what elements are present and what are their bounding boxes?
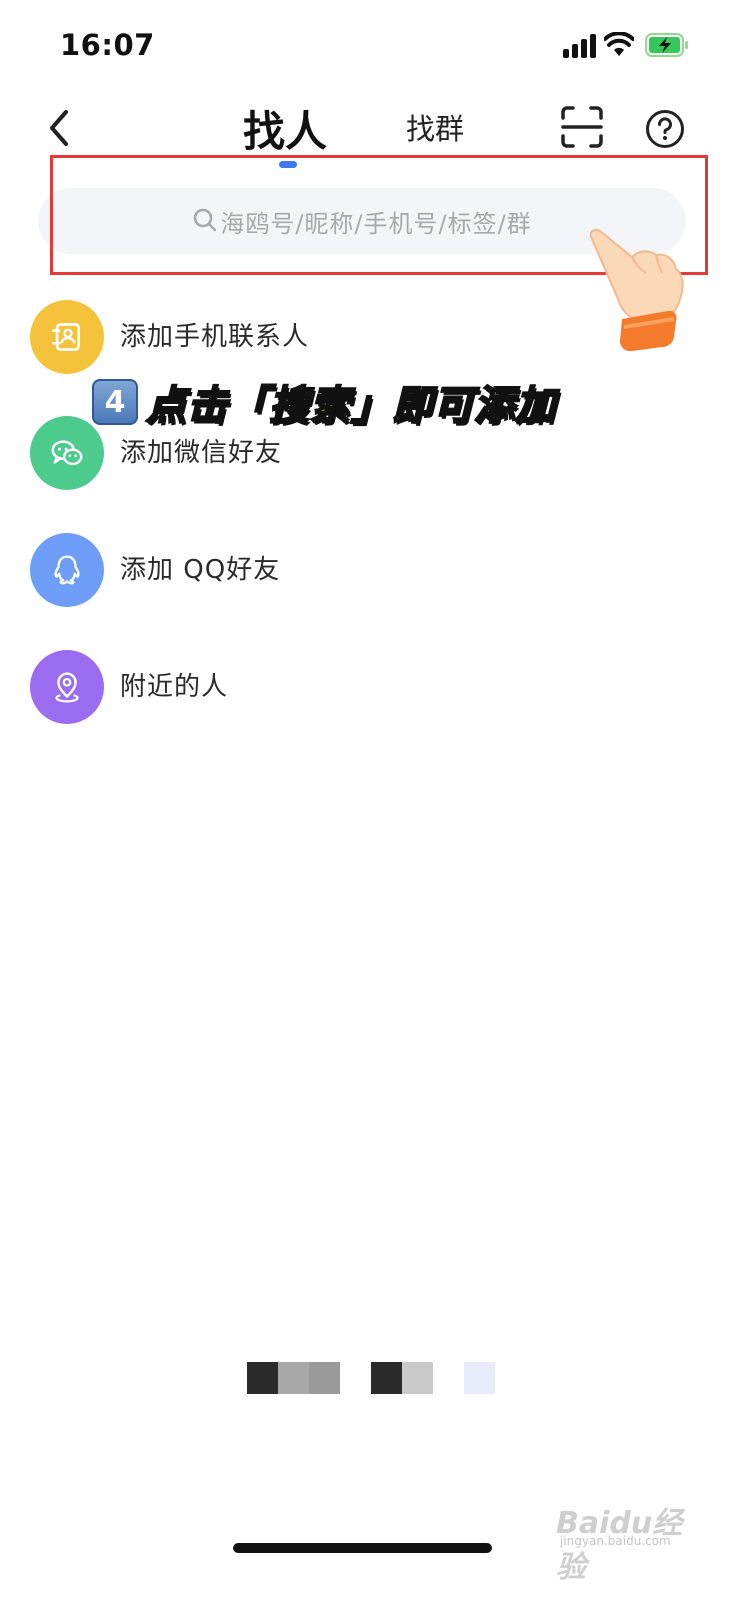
find-people-screen: 16:07 找人 找群 海鸥号/昵称/手机号/标签/群 添加手机联系人 添加微信… bbox=[0, 0, 739, 1600]
battery-charging-icon bbox=[645, 33, 688, 57]
status-bar: 16:07 bbox=[0, 0, 739, 90]
watermark-sub: jingyan.baidu.com bbox=[560, 1534, 671, 1548]
back-arrow-icon[interactable] bbox=[40, 104, 84, 152]
qq-icon bbox=[30, 533, 104, 607]
list-item-phone-contacts[interactable]: 添加手机联系人 bbox=[0, 292, 739, 382]
list-item-qq-friends[interactable]: 添加 QQ好友 bbox=[0, 525, 739, 615]
list-item-label: 添加 QQ好友 bbox=[120, 555, 281, 585]
signal-icon bbox=[563, 34, 597, 58]
scan-icon[interactable] bbox=[561, 106, 603, 148]
status-time: 16:07 bbox=[60, 28, 155, 62]
tutorial-caption: 4 点击「搜索」即可添加 bbox=[92, 374, 556, 430]
contacts-icon bbox=[30, 300, 104, 374]
list-item-label: 添加微信好友 bbox=[120, 438, 283, 468]
tab-find-people[interactable]: 找人 bbox=[243, 98, 327, 159]
baidu-watermark: Baidu经验 jingyan.baidu.com bbox=[556, 1498, 706, 1585]
active-tab-indicator bbox=[279, 161, 297, 168]
list-item-label: 附近的人 bbox=[120, 672, 229, 702]
blurred-content bbox=[247, 1362, 495, 1394]
home-indicator[interactable] bbox=[233, 1543, 492, 1553]
caption-text: 点击「搜索」即可添加 bbox=[145, 382, 556, 430]
search-placeholder: 海鸥号/昵称/手机号/标签/群 bbox=[220, 209, 532, 238]
location-icon bbox=[30, 650, 104, 724]
wifi-icon bbox=[604, 32, 634, 56]
list-item-label: 添加手机联系人 bbox=[120, 322, 310, 352]
tab-find-groups[interactable]: 找群 bbox=[406, 106, 464, 148]
step-number-badge: 4 bbox=[92, 379, 138, 425]
help-icon[interactable] bbox=[645, 109, 685, 149]
search-icon bbox=[194, 208, 217, 232]
list-item-nearby-people[interactable]: 附近的人 bbox=[0, 642, 739, 732]
search-input[interactable]: 海鸥号/昵称/手机号/标签/群 bbox=[38, 188, 686, 254]
